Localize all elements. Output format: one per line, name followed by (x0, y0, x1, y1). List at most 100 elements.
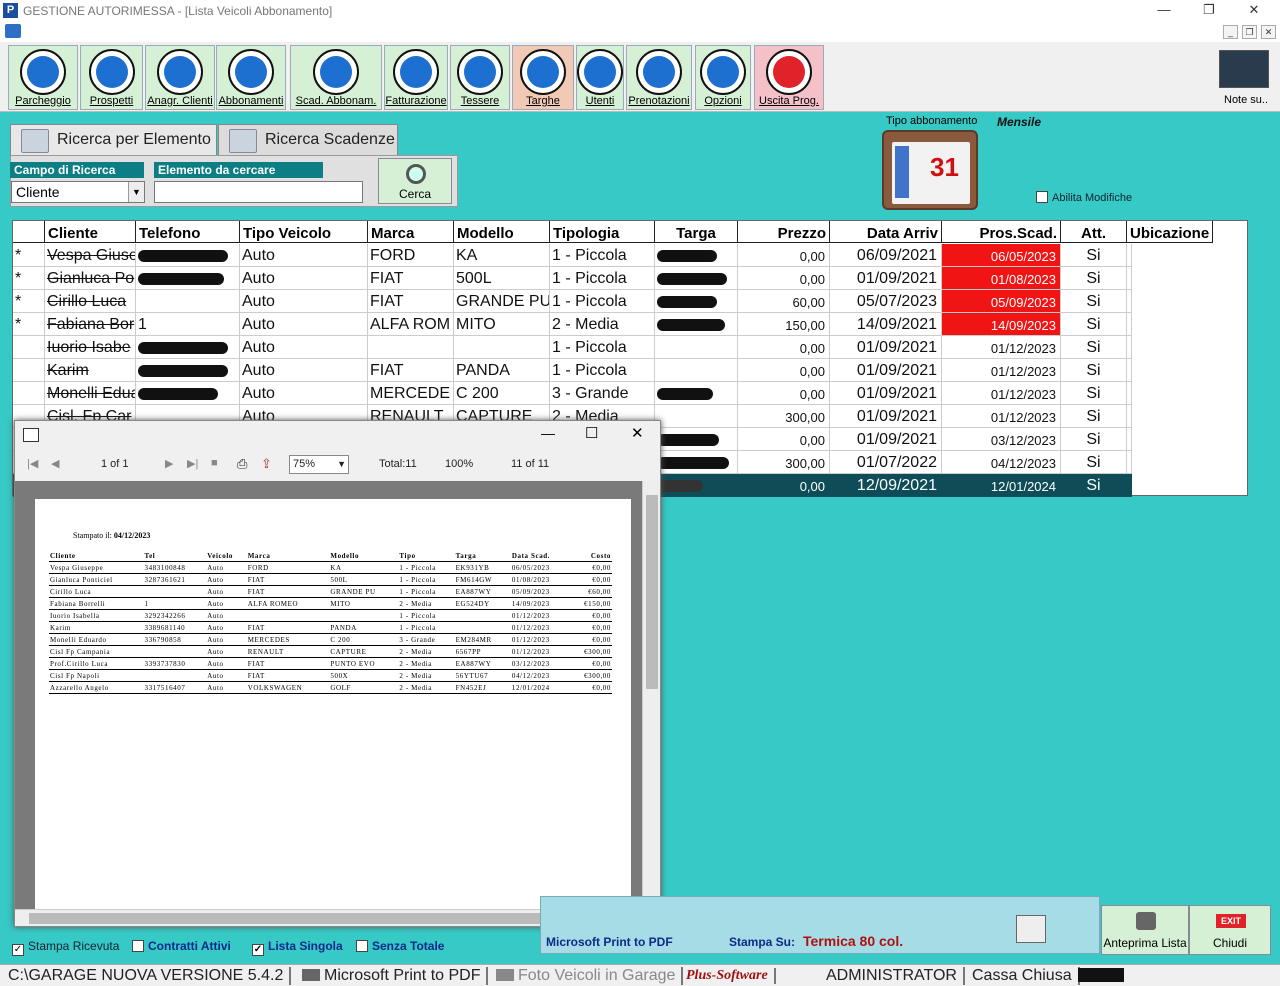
status-path: C:\GARAGE NUOVA VERSIONE 5.4.2 (8, 967, 292, 985)
report-row: Iuorio Isabella 3292342266 Auto 1 - Piccola… (49, 609, 612, 622)
close-button[interactable]: ✕ (1244, 2, 1264, 18)
toolbar-expiry-button[interactable]: Scad. Abbonam. (290, 45, 382, 110)
chiudi-button[interactable]: EXIT Chiudi (1189, 905, 1271, 955)
car-icon (5, 24, 21, 38)
cell-tipologia: 1 - Piccola (550, 244, 655, 267)
grid-header-ubicazione[interactable]: Ubicazione (1127, 221, 1214, 243)
vertical-scrollbar[interactable] (642, 481, 660, 909)
cell-scad: 14/09/2023 (942, 313, 1061, 336)
search-input[interactable] (154, 181, 363, 203)
toolbar-clients-button[interactable]: Anagr. Clienti (145, 45, 215, 110)
tab-ricerca-scadenze[interactable]: Ricerca Scadenze (218, 124, 398, 156)
mdi-restore-button[interactable]: ❐ (1242, 25, 1257, 39)
note-label[interactable]: Note su.. (1224, 94, 1268, 106)
prev-page-icon[interactable]: ◀ (51, 457, 59, 470)
printer-select-icon[interactable] (1016, 915, 1046, 943)
toolbar-options-button[interactable]: Opzioni (695, 45, 751, 110)
table-row[interactable]: Monelli Edua Auto MERCEDE C 200 3 - Grande 0,… (13, 382, 1247, 405)
abilita-modifiche-checkbox[interactable]: Abilita Modifiche (1036, 191, 1132, 204)
report-cell: ALFA ROMEO (246, 597, 330, 610)
status-foto[interactable]: Foto Veicoli in Garage (496, 967, 684, 985)
print-icon[interactable]: ⎙ (237, 456, 247, 472)
grid-header-dataarriv[interactable]: Data Arriv (830, 221, 942, 243)
checkbox-box[interactable] (1036, 191, 1048, 203)
toolbar-invoice-button[interactable]: Fatturazione (384, 45, 448, 110)
field-select[interactable]: Cliente ▼ (11, 181, 145, 203)
toolbar-exit-button[interactable]: Uscita Prog. (754, 45, 824, 110)
table-row[interactable]: * Vespa Giuse Auto FORD KA 1 - Piccola 0,00 06/… (13, 244, 1247, 267)
grid-header-marca[interactable]: Marca (368, 221, 454, 243)
calendar-icon[interactable]: 31 (882, 130, 978, 210)
chevron-down-icon[interactable]: ▼ (128, 182, 144, 202)
checkbox-box[interactable]: ✓ (12, 944, 24, 956)
invoice-icon (393, 49, 439, 95)
grid-header-modello[interactable]: Modello (454, 221, 550, 243)
mdi-close-button[interactable]: ✕ (1261, 25, 1276, 39)
mdi-minimize-button[interactable]: _ (1223, 25, 1238, 39)
preview-minimize-button[interactable]: — (541, 425, 555, 441)
last-page-icon[interactable]: ▶| (187, 457, 198, 470)
app-icon: P (3, 3, 18, 18)
grid-header-prezzo[interactable]: Prezzo (738, 221, 830, 243)
cell-telefono: 1 (136, 313, 240, 336)
checkbox-box[interactable] (132, 940, 144, 952)
report-cell: FM614GW (454, 573, 511, 586)
value-header: Elemento da cercare (154, 162, 323, 178)
scroll-thumb[interactable] (29, 913, 613, 924)
cell-tipologia: 1 - Piccola (550, 336, 655, 359)
minimize-button[interactable]: — (1154, 2, 1174, 17)
scroll-thumb[interactable] (646, 495, 658, 689)
toolbar-card-button[interactable]: Tessere (450, 45, 510, 110)
grid-header-targa[interactable]: Targa (655, 221, 738, 243)
note-image-icon[interactable] (1219, 50, 1269, 88)
grid-header-tipoveicolo[interactable]: Tipo Veicolo (240, 221, 368, 243)
option-checkbox[interactable]: ✓ Lista Singola (252, 939, 343, 956)
option-checkbox[interactable]: ✓ Stampa Ricevuta (12, 939, 119, 956)
prospetti-icon-glyph (95, 56, 128, 88)
status-cassa: Cassa Chiusa (972, 967, 1080, 985)
table-row[interactable]: * Cirillo Luca Auto FIAT GRANDE PU 1 - Piccol… (13, 290, 1247, 313)
tab-ricerca-elemento[interactable]: Ricerca per Elemento (10, 124, 217, 156)
report-cell (246, 609, 330, 622)
grid-header-att[interactable]: Att. (1061, 221, 1127, 243)
table-row[interactable]: Iuorio Isabe Auto 1 - Piccola 0,00 01/09/202… (13, 336, 1247, 359)
grid-header-telefono[interactable]: Telefono (136, 221, 240, 243)
anteprima-lista-button[interactable]: Anteprima Lista (1101, 905, 1189, 955)
cell-att: Si (1061, 359, 1127, 382)
table-row[interactable]: * Fabiana Bor 1 Auto ALFA ROM MITO 2 - Media 15… (13, 313, 1247, 336)
toolbar-parking-button[interactable]: Parcheggio (8, 45, 78, 110)
toolbar-label: Opzioni (704, 95, 742, 107)
chevron-down-icon[interactable]: ▼ (337, 459, 346, 469)
first-page-icon[interactable]: |◀ (27, 457, 38, 470)
cell-arrivo: 01/09/2021 (830, 405, 942, 428)
stop-icon[interactable]: ■ (211, 457, 218, 469)
toolbar-booking-button[interactable]: Prenotazioni (626, 45, 692, 110)
report-cell: 06/05/2023 (510, 561, 570, 574)
grid-header-prosscad[interactable]: Pros.Scad. (942, 221, 1061, 243)
preview-close-button[interactable]: ✕ (631, 424, 644, 442)
preview-maximize-button[interactable]: ☐ (585, 424, 598, 442)
option-checkbox[interactable]: Contratti Attivi (132, 939, 231, 953)
table-row[interactable]: Karim Auto FIAT PANDA 1 - Piccola 0,00 01/09/2… (13, 359, 1247, 382)
toolbar-user-button[interactable]: Utenti (576, 45, 624, 110)
toolbar-prospetti-button[interactable]: Prospetti (80, 45, 143, 110)
cell-prezzo: 300,00 (738, 405, 830, 428)
cell-scad: 03/12/2023 (942, 428, 1061, 451)
toolbar-plate-button[interactable]: Targhe (512, 45, 574, 110)
checkbox-box[interactable]: ✓ (252, 944, 264, 956)
checkbox-box[interactable] (356, 940, 368, 952)
toolbar-subscription-button[interactable]: Abbonamenti (216, 45, 286, 110)
grid-header-cliente[interactable]: Cliente (45, 221, 136, 243)
maximize-button[interactable]: ❐ (1199, 2, 1219, 18)
grid-header-tipologia[interactable]: Tipologia (550, 221, 655, 243)
report-cell: Auto (206, 669, 247, 682)
cerca-button[interactable]: Cerca (378, 158, 452, 204)
zoom-select[interactable]: 75% ▼ (289, 455, 349, 474)
magnifier-icon (406, 164, 426, 184)
export-icon[interactable]: ⇪ (261, 456, 272, 472)
table-row[interactable]: * Gianluca Po Auto FIAT 500L 1 - Piccola 0,00 0… (13, 267, 1247, 290)
option-checkbox[interactable]: Senza Totale (356, 939, 444, 953)
cell-tipologia: 1 - Piccola (550, 359, 655, 382)
next-page-icon[interactable]: ▶ (165, 457, 173, 470)
abilita-label: Abilita Modifiche (1052, 192, 1133, 204)
